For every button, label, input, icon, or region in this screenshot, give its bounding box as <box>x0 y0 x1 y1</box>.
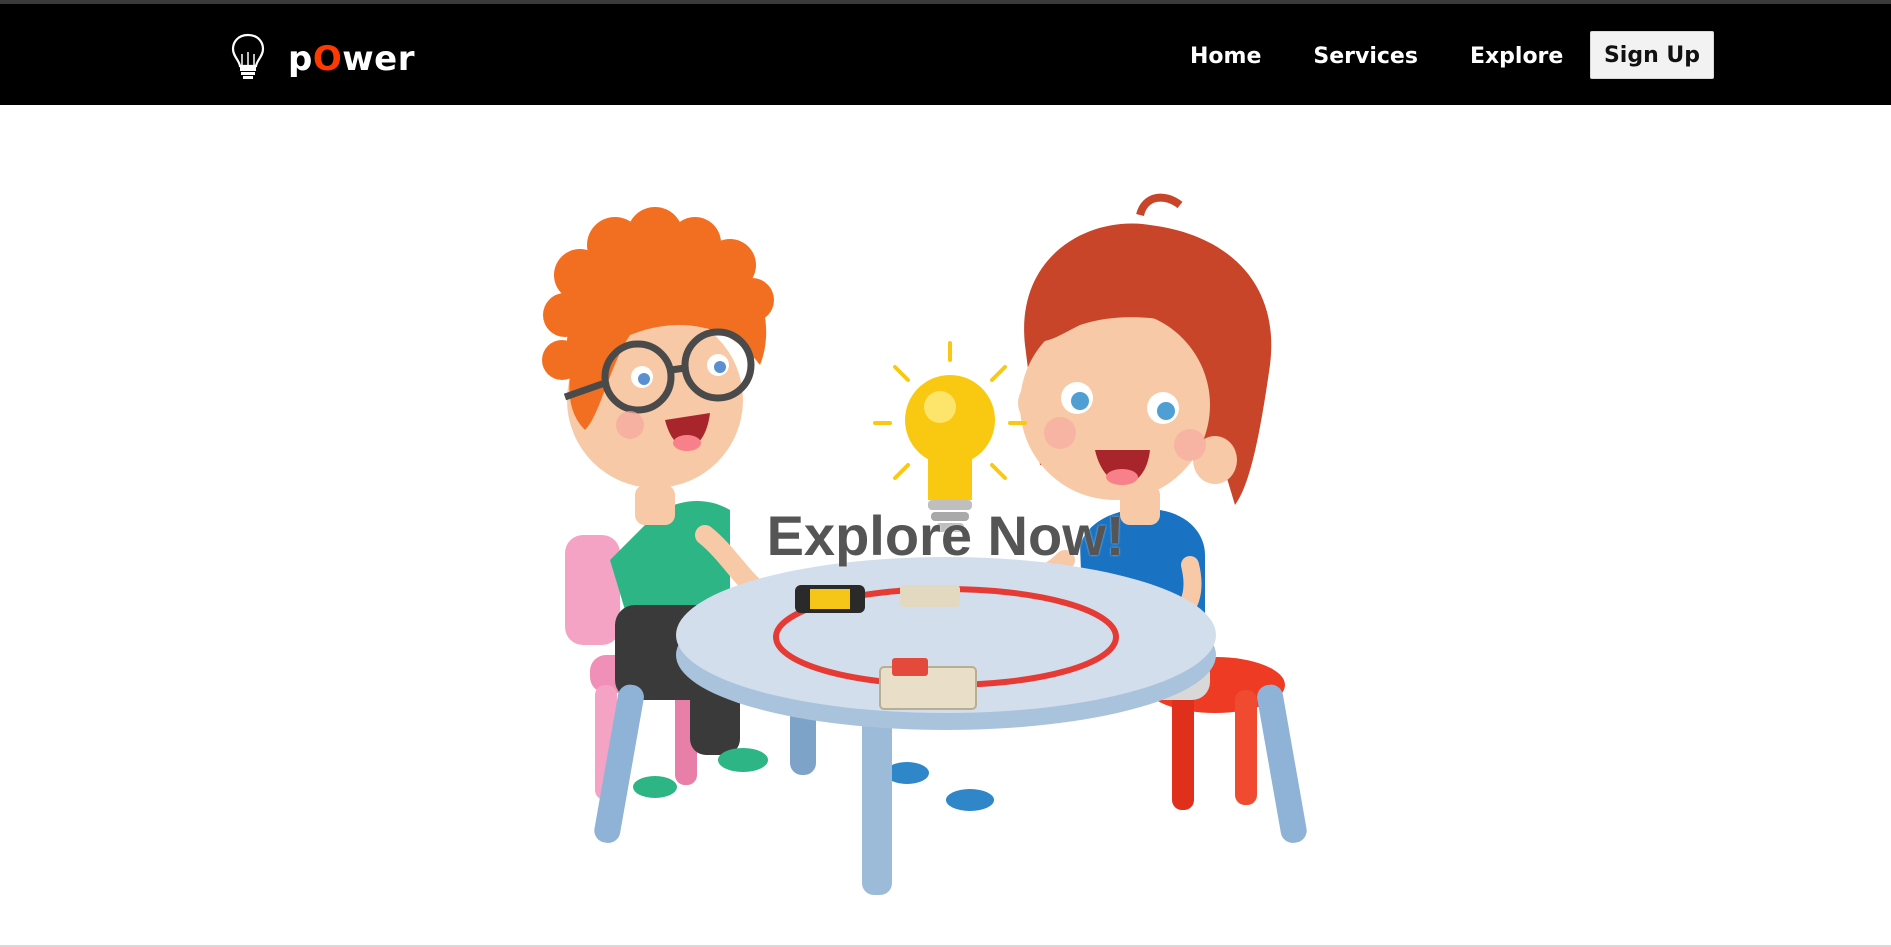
main-nav: Home Services Explore <box>1190 44 1615 69</box>
hero-section: Explore Now! <box>0 105 1891 945</box>
brand-logo[interactable]: pOwer <box>228 32 415 86</box>
navbar: pOwer Home Services Explore Sign Up <box>0 4 1891 105</box>
brand-name-prefix: p <box>288 39 313 79</box>
lightbulb-icon <box>228 32 268 86</box>
brand-name: pOwer <box>288 39 415 79</box>
explore-now-cta[interactable]: Explore Now! <box>0 503 1891 568</box>
brand-name-accent: O <box>312 39 343 79</box>
brand-name-suffix: wer <box>342 39 415 79</box>
nav-link-explore[interactable]: Explore <box>1470 44 1563 69</box>
signup-button[interactable]: Sign Up <box>1590 31 1714 79</box>
nav-link-home[interactable]: Home <box>1190 44 1261 69</box>
nav-link-services[interactable]: Services <box>1313 44 1418 69</box>
